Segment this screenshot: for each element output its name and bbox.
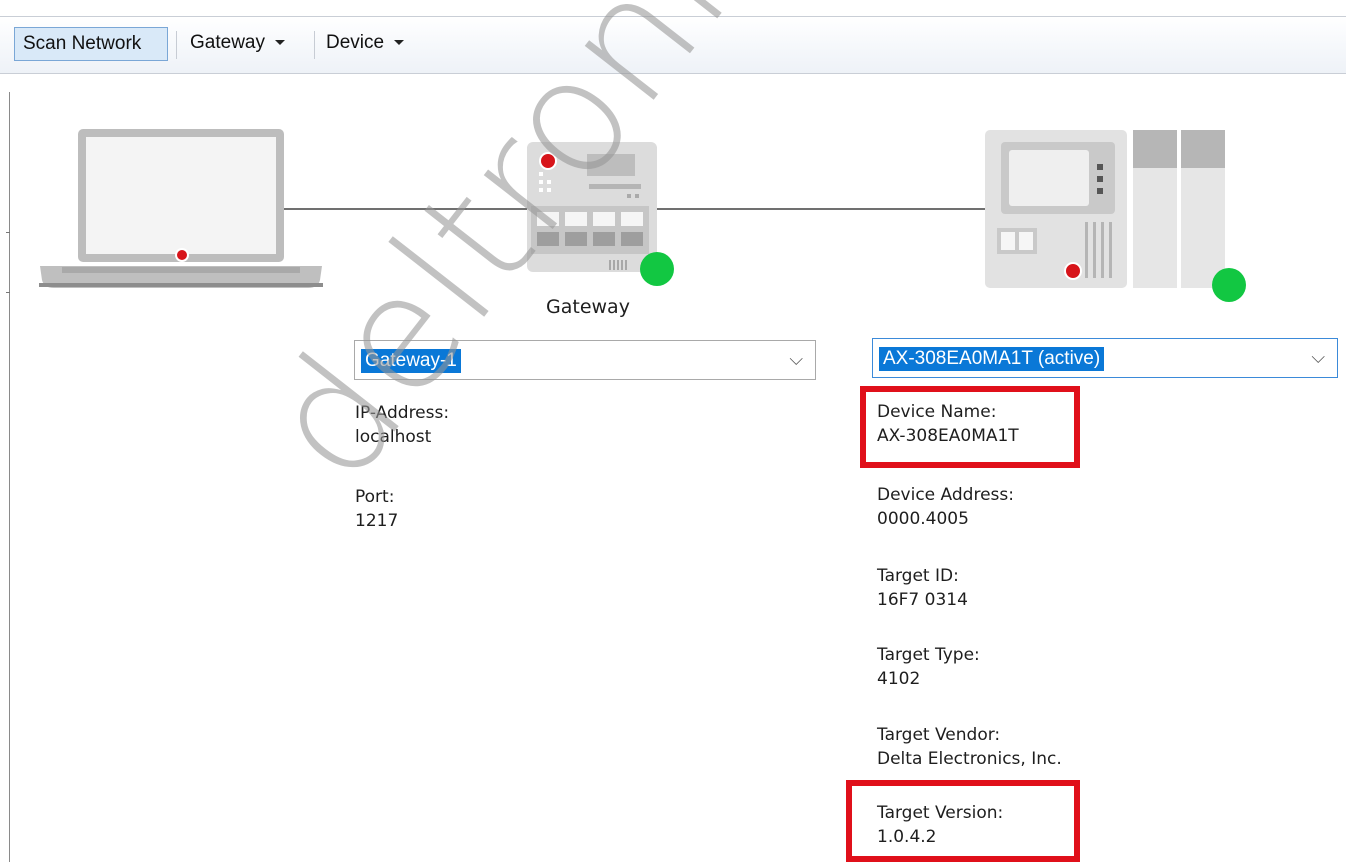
gateway-menu-label: Gateway bbox=[190, 32, 265, 53]
target-vendor-label: Target Vendor: bbox=[877, 725, 1001, 745]
gateway-online-indicator-icon bbox=[640, 252, 674, 286]
gateway-caption: Gateway bbox=[546, 296, 630, 318]
target-version-highlight bbox=[846, 780, 1080, 862]
laptop-icon[interactable] bbox=[38, 128, 324, 293]
device-online-indicator-icon bbox=[1212, 268, 1246, 302]
chevron-down-icon: ⌵ bbox=[789, 349, 803, 370]
device-select-value: AX-308EA0MA1T (active) bbox=[879, 347, 1105, 371]
dropdown-caret-icon bbox=[274, 40, 285, 46]
target-type-value: 4102 bbox=[877, 669, 921, 689]
plc-device-icon[interactable] bbox=[985, 130, 1227, 290]
target-type-label: Target Type: bbox=[877, 645, 980, 665]
target-id-value: 16F7 0314 bbox=[877, 590, 968, 610]
device-status-led-icon bbox=[1064, 262, 1082, 280]
device-menu-label: Device bbox=[326, 32, 385, 53]
device-address-label: Device Address: bbox=[877, 485, 1014, 505]
target-id-label: Target ID: bbox=[877, 566, 959, 586]
device-select[interactable]: AX-308EA0MA1T (active) ⌵ bbox=[872, 338, 1338, 378]
network-line-gateway-device bbox=[657, 208, 987, 210]
toolbar-separator bbox=[314, 31, 315, 59]
panel-edge-tick bbox=[6, 232, 10, 233]
gateway-menu-button[interactable]: Gateway bbox=[182, 27, 310, 61]
target-vendor-value: Delta Electronics, Inc. bbox=[877, 749, 1062, 769]
toolbar-separator bbox=[176, 31, 177, 59]
scan-network-label: Scan Network bbox=[23, 33, 142, 54]
scan-network-button[interactable]: Scan Network bbox=[14, 27, 168, 61]
chevron-down-icon: ⌵ bbox=[1311, 347, 1325, 368]
laptop-status-led-icon bbox=[175, 248, 189, 262]
panel-edge-tick bbox=[6, 292, 10, 293]
device-name-highlight bbox=[860, 386, 1080, 468]
device-address-value: 0000.4005 bbox=[877, 509, 969, 529]
dropdown-caret-icon bbox=[394, 40, 405, 46]
panel-left-edge bbox=[9, 92, 10, 862]
device-menu-button[interactable]: Device bbox=[318, 27, 428, 61]
